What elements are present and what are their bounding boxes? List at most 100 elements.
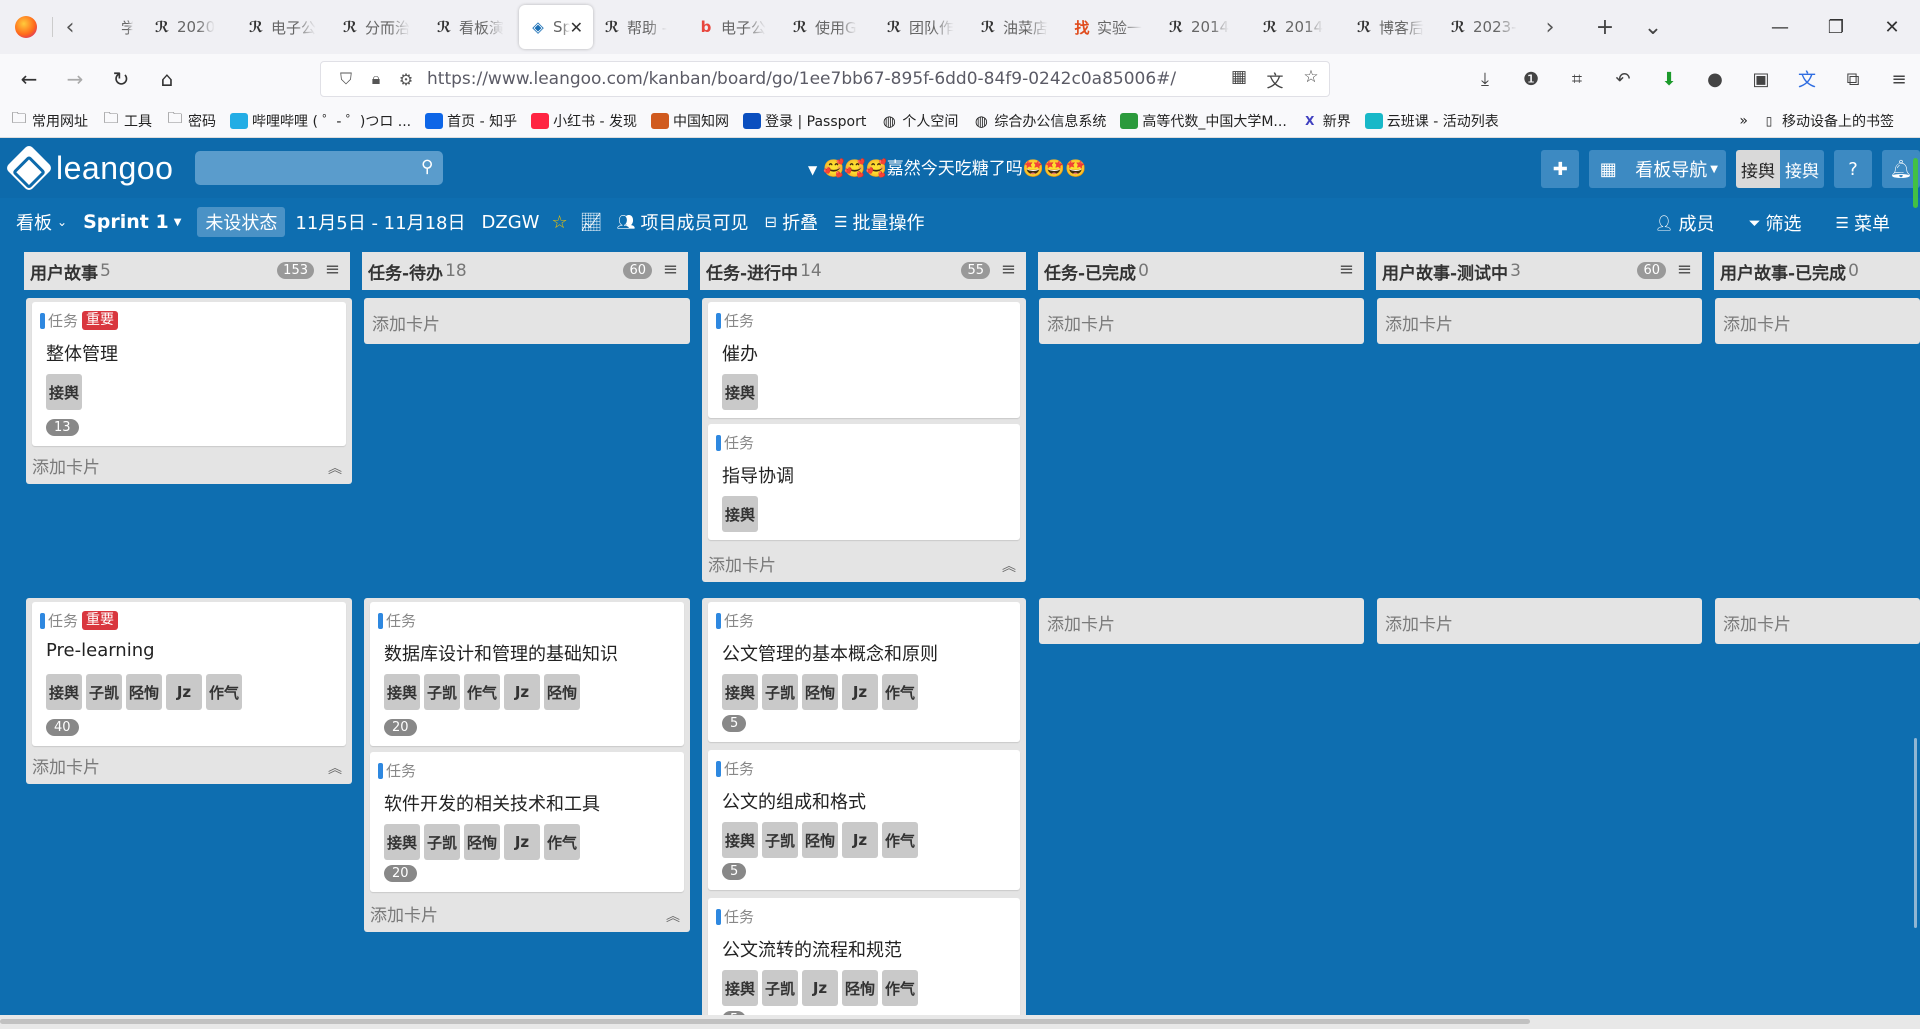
add-card-button[interactable]: 添加卡片: [1039, 298, 1364, 344]
member-avatar[interactable]: 接舆: [722, 970, 758, 1006]
bookmark-item[interactable]: ◍ 个人空间: [880, 111, 959, 131]
member-avatar[interactable]: 作气: [882, 674, 918, 710]
visibility-button[interactable]: 👥︎ 项目成员可见: [616, 209, 748, 235]
browser-tab[interactable]: ℛ 分而治: [331, 5, 425, 49]
member-avatar[interactable]: Jz: [842, 674, 878, 710]
browser-tab[interactable]: ℛ 2014: [1251, 5, 1345, 49]
bookmark-item[interactable]: 哔哩哔哩 ( ゜- ゜)つロ ...: [230, 111, 411, 131]
star-icon[interactable]: ☆: [551, 212, 567, 233]
browser-tab[interactable]: 找实验一: [1063, 5, 1157, 49]
horizontal-scrollbar[interactable]: [0, 1015, 1920, 1029]
grid-icon[interactable]: ▦: [1589, 150, 1628, 188]
fold-button[interactable]: ⊟ 折叠: [764, 209, 818, 235]
sprint-dropdown[interactable]: Sprint 1 ▼: [83, 211, 181, 233]
member-avatar[interactable]: 陉恂: [464, 824, 500, 860]
member-avatar[interactable]: 作气: [206, 674, 242, 710]
member-avatar[interactable]: 接舆: [722, 374, 758, 410]
browser-tab[interactable]: ℛ 使用G: [781, 5, 875, 49]
add-button[interactable]: ✚: [1541, 150, 1580, 188]
member-avatar[interactable]: Jz: [504, 674, 540, 710]
card-pre-learning[interactable]: 任务 重要 Pre-learning 接舆 子凯 陉恂 Jz 作气 40: [32, 602, 346, 746]
tab-scroll-left-icon[interactable]: ‹: [53, 7, 87, 47]
column-header-story-done[interactable]: 用户故事-已完成 0: [1714, 252, 1920, 290]
back-button[interactable]: ←: [6, 61, 52, 97]
member-avatar[interactable]: 子凯: [762, 822, 798, 858]
collapse-icon[interactable]: ︽: [1002, 556, 1016, 576]
browser-tab[interactable]: ℛ 电子公: [237, 5, 331, 49]
collapse-icon[interactable]: ︽: [328, 458, 342, 478]
qr-code-icon[interactable]: ▦: [1221, 67, 1257, 92]
bookmark-item[interactable]: 🗀 工具: [102, 109, 152, 131]
search-icon[interactable]: ⚲: [421, 157, 433, 177]
card-coordination[interactable]: 任务 指导协调 接舆: [708, 424, 1020, 540]
app-menu-icon[interactable]: ≡: [1876, 69, 1920, 90]
bookmark-item[interactable]: 首页 - 知乎: [425, 111, 517, 131]
tab-scroll-right-icon[interactable]: ›: [1533, 7, 1567, 47]
bookmark-item[interactable]: 云班课 - 活动列表: [1364, 111, 1499, 131]
member-avatar[interactable]: 接舆: [384, 824, 420, 860]
browser-tab[interactable]: ℛ 油菜店: [969, 5, 1063, 49]
column-menu-icon[interactable]: ≡: [1677, 259, 1692, 280]
member-avatar[interactable]: 接舆: [384, 674, 420, 710]
firefox-icon[interactable]: [0, 0, 52, 54]
view-dropdown[interactable]: 看板 ⌄: [16, 209, 67, 235]
collapse-icon[interactable]: ︽: [666, 906, 680, 926]
column-menu-icon[interactable]: ≡: [663, 259, 678, 280]
downloads-icon[interactable]: ⤓: [1462, 69, 1508, 90]
sprint-status-badge[interactable]: 未设状态: [197, 207, 286, 237]
bookmark-item[interactable]: ◍ 综合办公信息系统: [972, 111, 1107, 131]
member-avatar[interactable]: 作气: [464, 674, 500, 710]
forward-button[interactable]: →: [52, 61, 98, 97]
browser-tab[interactable]: ℛ 2014: [1157, 5, 1251, 49]
browser-tab[interactable]: ℛ 2023-: [1439, 5, 1533, 49]
member-avatar[interactable]: Jz: [802, 970, 838, 1006]
bookmark-star-icon[interactable]: ☆: [1293, 67, 1329, 92]
search-input[interactable]: ⚲: [195, 151, 444, 185]
member-avatar[interactable]: 陉恂: [126, 674, 162, 710]
collapse-icon[interactable]: ︽: [328, 758, 342, 778]
reload-button[interactable]: ↻: [98, 61, 144, 97]
add-card-button[interactable]: 添加卡片: [1377, 598, 1702, 644]
card-software-dev-tools[interactable]: 任务 软件开发的相关技术和工具 接舆 子凯 陉恂 Jz 作气 20: [370, 752, 684, 892]
board-title[interactable]: ▼ 🥰🥰🥰嘉然今天吃糖了吗🤩🤩🤩: [808, 154, 1086, 179]
close-window-button[interactable]: ✕: [1864, 17, 1920, 38]
home-button[interactable]: ⌂: [144, 61, 190, 97]
restore-button[interactable]: ❐: [1808, 17, 1864, 38]
member-avatar[interactable]: Jz: [166, 674, 202, 710]
member-avatar[interactable]: 子凯: [424, 824, 460, 860]
members-button[interactable]: 👤︎ 成员: [1654, 210, 1714, 236]
translate-icon[interactable]: 文: [1257, 67, 1293, 92]
undo-icon[interactable]: ↶: [1600, 69, 1646, 90]
leangoo-logo[interactable]: leangoo: [4, 143, 173, 193]
translate-extension-icon[interactable]: 文: [1784, 66, 1830, 92]
column-menu-icon[interactable]: ≡: [1339, 259, 1354, 280]
member-avatar[interactable]: 作气: [882, 970, 918, 1006]
add-card-button[interactable]: 添加卡片: [1039, 598, 1364, 644]
add-card-button[interactable]: 添加卡片: [364, 298, 690, 344]
member-avatar[interactable]: 接舆: [722, 822, 758, 858]
crop-icon[interactable]: ⌗: [1554, 69, 1600, 90]
column-header-task-todo[interactable]: 任务-待办 18 60 ≡: [362, 252, 688, 290]
card-urge[interactable]: 任务 催办 接舆: [708, 302, 1020, 418]
bookmark-item[interactable]: 中国知网: [651, 111, 729, 131]
browser-tab[interactable]: 学: [87, 5, 143, 49]
list-all-tabs-icon[interactable]: ⌄: [1629, 15, 1677, 40]
green-download-icon[interactable]: ⬇: [1646, 69, 1692, 90]
board-nav-button[interactable]: 看板导航 ▼: [1627, 150, 1726, 188]
help-button[interactable]: ?: [1834, 150, 1872, 188]
browser-tab[interactable]: b 电子公: [687, 5, 781, 49]
member-avatar[interactable]: 陉恂: [802, 674, 838, 710]
member-avatar[interactable]: Jz: [504, 824, 540, 860]
card-doc-concepts[interactable]: 任务 公文管理的基本概念和原则 接舆 子凯 陉恂 Jz 作气 5: [708, 602, 1020, 742]
add-card-button[interactable]: 添加卡片: [708, 551, 776, 576]
url-text[interactable]: https://www.leangoo.com/kanban/board/go/…: [427, 69, 1176, 89]
batch-operation-button[interactable]: ☰ 批量操作: [834, 209, 924, 235]
card-database-basics[interactable]: 任务 数据库设计和管理的基础知识 接舆 子凯 作气 Jz 陉恂 20: [370, 602, 684, 746]
column-header-story-testing[interactable]: 用户故事-测试中 3 60 ≡: [1376, 252, 1702, 290]
member-avatar[interactable]: 作气: [882, 822, 918, 858]
bookmark-item[interactable]: 高等代数_中国大学M...: [1120, 111, 1287, 131]
lock-icon[interactable]: 🔒︎: [361, 69, 391, 89]
new-tab-button[interactable]: +: [1581, 15, 1629, 40]
add-card-button[interactable]: 添加卡片: [1377, 298, 1702, 344]
bookmark-item[interactable]: 🗀 密码: [166, 109, 216, 131]
